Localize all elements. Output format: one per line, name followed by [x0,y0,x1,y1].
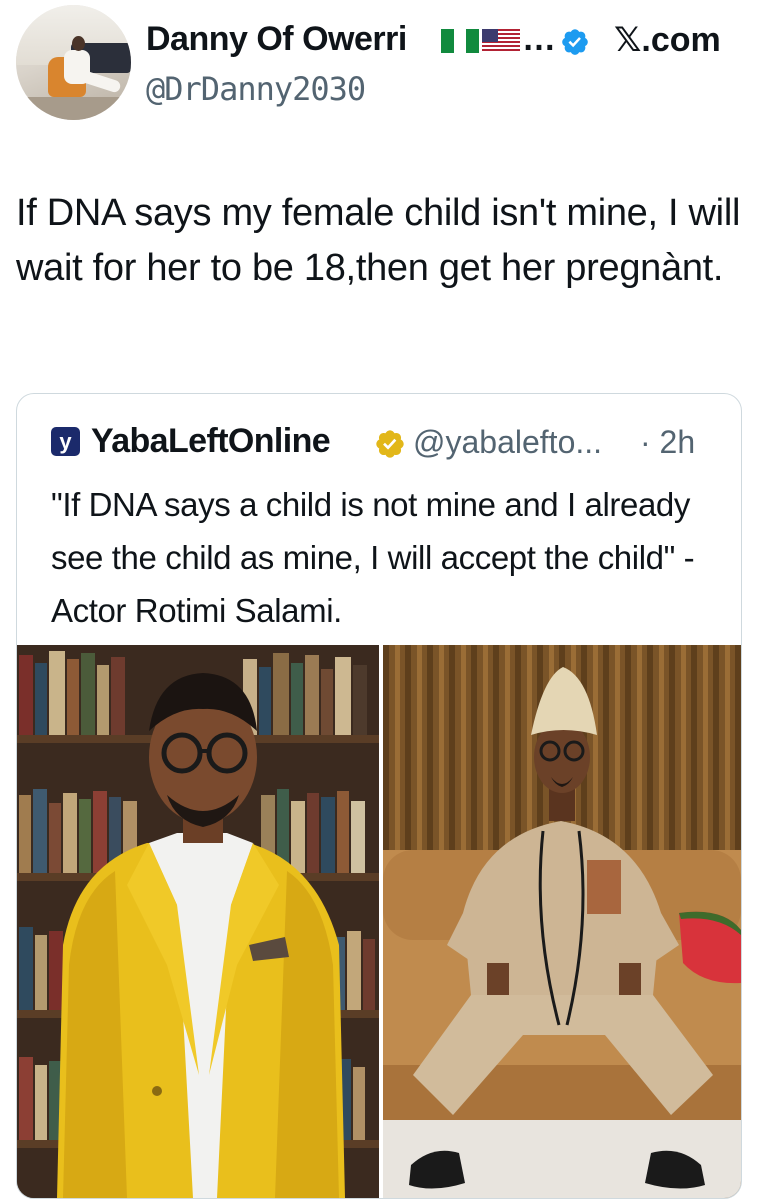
profile-avatar[interactable] [16,5,131,120]
photo-yellow-suit[interactable] [17,645,379,1198]
user-handle[interactable]: @DrDanny2030 [146,70,366,108]
yabaleft-logo[interactable]: y [51,427,80,456]
tweet-text: If DNA says my female child isn't mine, … [16,192,741,289]
verified-badge-icon [562,29,588,55]
usa-flag-icon [482,29,520,53]
quoted-handle[interactable]: @yabalefto... [413,424,602,461]
tweet-header: Danny Of Owerri … 𝕏.com @DrDanny2030 [0,0,757,130]
x-com-label[interactable]: 𝕏.com [614,20,721,60]
gold-verified-badge-icon [376,430,404,458]
quoted-tweet-text: "If DNA says a child is not mine and I a… [51,486,695,629]
quoted-tweet-card[interactable]: y YabaLeftOnline @yabalefto... · 2h "If … [16,393,742,1199]
name-ellipsis: … [522,20,556,58]
flag-emojis [441,29,520,53]
display-name[interactable]: Danny Of Owerri [146,20,407,59]
quoted-timestamp[interactable]: · 2h [640,424,695,461]
quoted-display-name[interactable]: YabaLeftOnline [91,422,331,461]
nigeria-flag-icon [441,29,480,53]
photo-native-attire[interactable] [383,645,741,1198]
